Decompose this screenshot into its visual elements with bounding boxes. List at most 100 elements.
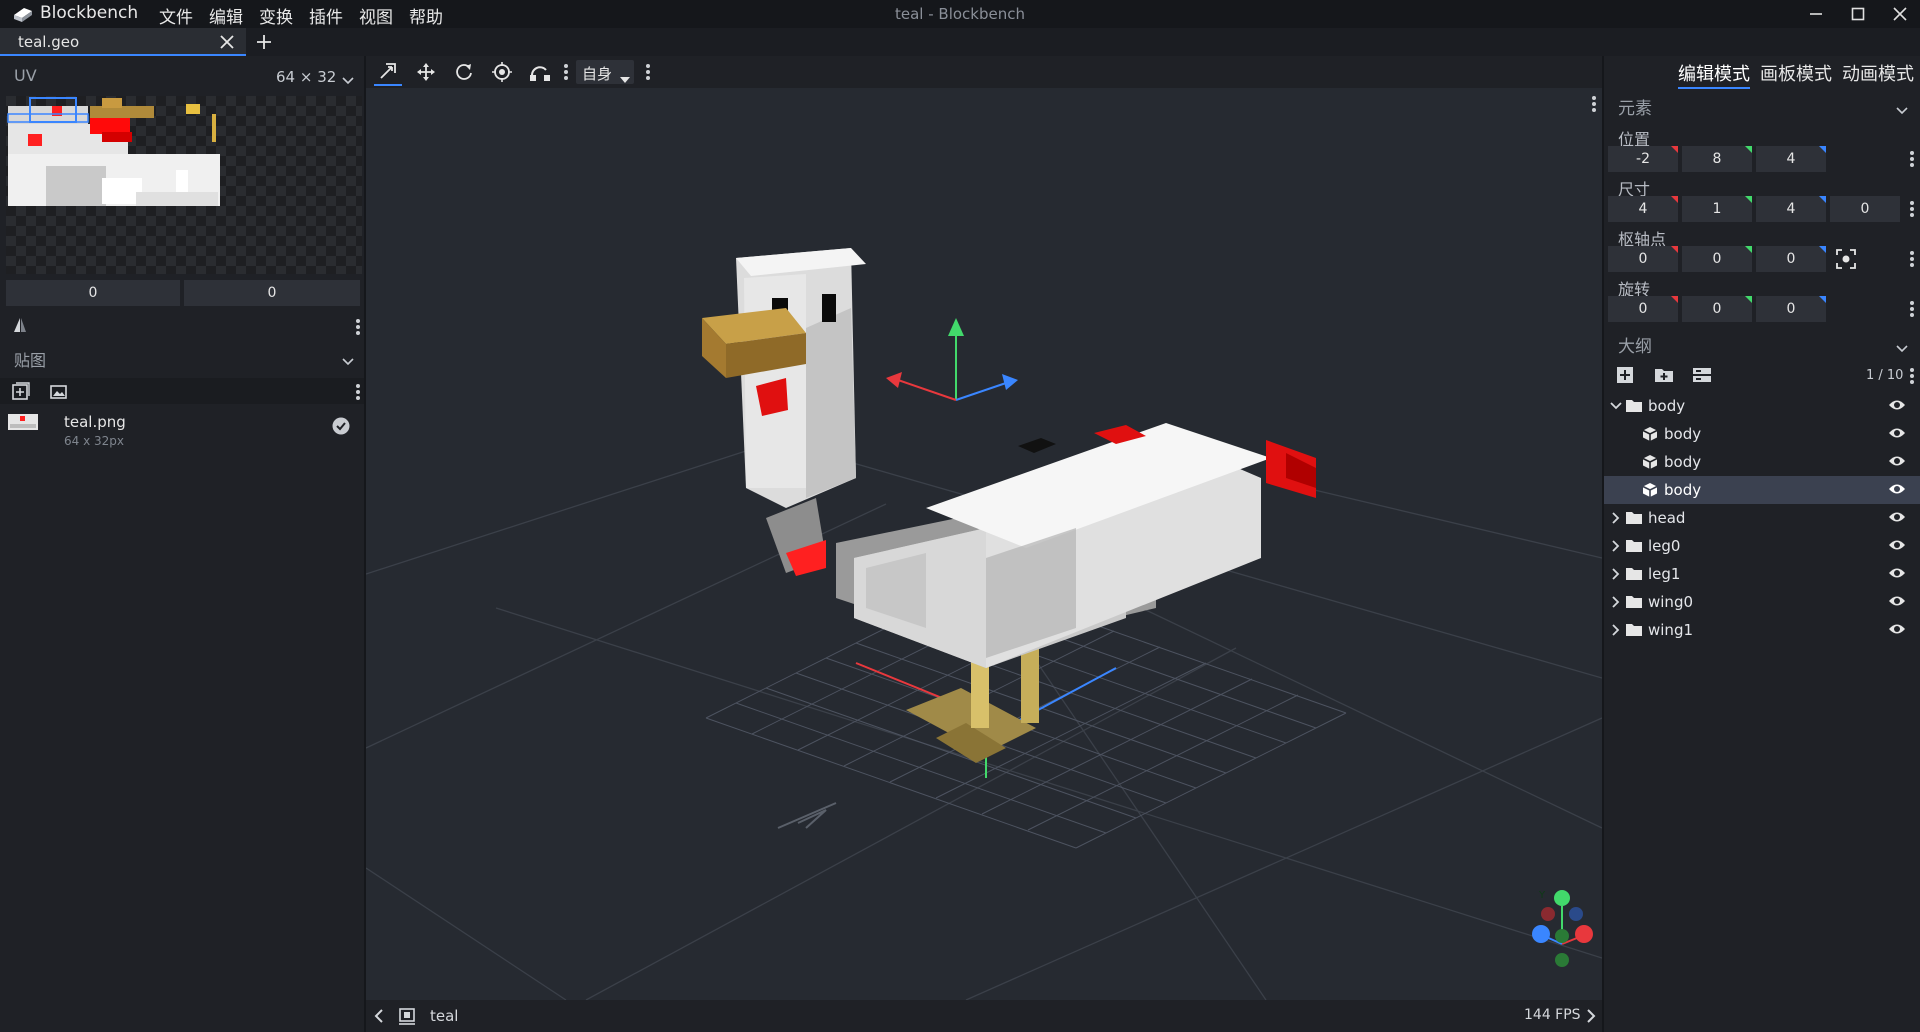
position-y-input[interactable]: 8 (1682, 146, 1752, 172)
folder-icon (1626, 624, 1642, 636)
expand-chevron-icon[interactable] (1610, 402, 1622, 410)
expand-chevron-icon[interactable] (1612, 540, 1620, 552)
texture-panel-chevron-icon[interactable] (342, 352, 354, 370)
visibility-eye-icon[interactable] (1888, 510, 1906, 524)
size-z-input[interactable]: 4 (1756, 196, 1826, 222)
tab-teal-geo[interactable]: teal.geo (0, 28, 246, 56)
outliner-group-wing1[interactable]: wing1 (1604, 616, 1920, 644)
visibility-eye-icon[interactable] (1888, 594, 1906, 608)
visibility-eye-icon[interactable] (1888, 426, 1906, 440)
toolbar-options-icon[interactable] (564, 64, 568, 80)
expand-chevron-icon[interactable] (1612, 512, 1620, 524)
rotate-tool-icon[interactable] (450, 58, 478, 86)
element-panel-title: 元素 (1618, 99, 1652, 119)
menu-edit[interactable]: 编辑 (209, 3, 243, 28)
vertex-snap-icon[interactable] (526, 58, 554, 86)
inflate-input[interactable]: 0 (1830, 196, 1900, 222)
model-name: teal (430, 1007, 459, 1025)
status-bar: teal 144 FPS (366, 1000, 1602, 1032)
rotation-y-input[interactable]: 0 (1682, 296, 1752, 322)
expand-chevron-icon[interactable] (1612, 568, 1620, 580)
visibility-eye-icon[interactable] (1888, 538, 1906, 552)
visibility-eye-icon[interactable] (1888, 482, 1906, 496)
menu-help[interactable]: 帮助 (409, 3, 443, 28)
texture-check-icon[interactable] (332, 417, 350, 439)
outliner-chevron-icon[interactable] (1896, 339, 1908, 357)
outliner-group-leg0[interactable]: leg0 (1604, 532, 1920, 560)
uv-size-select[interactable]: 64 × 32 (276, 68, 336, 86)
viewport-options-icon[interactable] (1592, 96, 1596, 112)
chevron-down-icon[interactable] (342, 71, 354, 89)
uv-offset-y[interactable]: 0 (184, 280, 360, 306)
texture-item[interactable]: teal.png 64 x 32px (0, 410, 364, 452)
texture-options-icon[interactable] (356, 384, 360, 400)
texture-size: 64 x 32px (64, 434, 124, 448)
menu-transform[interactable]: 变换 (259, 3, 293, 28)
pivot-y-input[interactable]: 0 (1682, 246, 1752, 272)
menu-plugins[interactable]: 插件 (309, 3, 343, 28)
size-x-input[interactable]: 4 (1608, 196, 1678, 222)
add-group-icon[interactable] (1654, 367, 1674, 387)
mode-tab-animate[interactable]: 动画模式 (1842, 60, 1914, 86)
uv-offset-x[interactable]: 0 (6, 280, 180, 306)
create-texture-icon[interactable] (50, 384, 68, 404)
right-panel: 编辑模式 画板模式 动画模式 元素 位置 -2 8 4 尺寸 4 1 4 0 枢… (1602, 56, 1920, 1032)
chevron-right-icon[interactable] (1586, 1009, 1596, 1027)
cube-icon (1642, 483, 1658, 497)
expand-chevron-icon[interactable] (1612, 596, 1620, 608)
translate-tool-icon[interactable] (412, 58, 440, 86)
uv-panel-title: UV (14, 66, 37, 85)
import-texture-icon[interactable] (12, 382, 30, 404)
visibility-eye-icon[interactable] (1888, 622, 1906, 636)
space-chevron-icon (620, 69, 630, 87)
close-window-button[interactable] (1880, 0, 1920, 28)
transform-space-select[interactable]: 自身 (576, 60, 634, 84)
add-cube-icon[interactable] (1616, 366, 1634, 388)
position-z-input[interactable]: 4 (1756, 146, 1826, 172)
toolbar-more-icon[interactable] (646, 64, 650, 80)
size-y-input[interactable]: 1 (1682, 196, 1752, 222)
close-tab-icon[interactable] (220, 35, 234, 53)
position-options-icon[interactable] (1910, 151, 1914, 167)
rotation-options-icon[interactable] (1910, 301, 1914, 317)
menu-view[interactable]: 视图 (359, 3, 393, 28)
outliner-group-wing0[interactable]: wing0 (1604, 588, 1920, 616)
outliner-group-body[interactable]: body (1604, 392, 1920, 420)
center-pivot-icon[interactable] (1836, 249, 1856, 273)
size-options-icon[interactable] (1910, 201, 1914, 217)
collapse-groups-icon[interactable] (1692, 367, 1712, 387)
cube-icon (1642, 455, 1658, 469)
element-panel-chevron-icon[interactable] (1896, 101, 1908, 119)
new-tab-button[interactable] (256, 34, 272, 54)
position-x-input[interactable]: -2 (1608, 146, 1678, 172)
uv-options-icon[interactable] (356, 319, 360, 335)
pivot-tool-icon[interactable] (488, 58, 516, 86)
expand-chevron-icon[interactable] (1612, 624, 1620, 636)
minimize-button[interactable] (1796, 0, 1836, 28)
move-tool-icon[interactable] (374, 58, 402, 86)
mode-tab-paint[interactable]: 画板模式 (1760, 60, 1832, 86)
folder-icon (1626, 596, 1642, 608)
rotation-z-input[interactable]: 0 (1756, 296, 1826, 322)
chevron-left-icon[interactable] (374, 1009, 384, 1027)
pivot-x-input[interactable]: 0 (1608, 246, 1678, 272)
outliner-cube-body-2[interactable]: body (1604, 448, 1920, 476)
visibility-eye-icon[interactable] (1888, 454, 1906, 468)
3d-viewport[interactable]: Y (366, 88, 1602, 1000)
visibility-eye-icon[interactable] (1888, 566, 1906, 580)
maximize-button[interactable] (1838, 0, 1878, 28)
pivot-options-icon[interactable] (1910, 251, 1914, 267)
mirror-uv-icon[interactable] (12, 317, 28, 337)
mode-tab-edit[interactable]: 编辑模式 (1678, 60, 1750, 89)
visibility-eye-icon[interactable] (1888, 398, 1906, 412)
blockbench-logo-icon (12, 5, 34, 27)
outliner-group-leg1[interactable]: leg1 (1604, 560, 1920, 588)
outliner-cube-body-3-selected[interactable]: body (1604, 476, 1920, 504)
pivot-z-input[interactable]: 0 (1756, 246, 1826, 272)
uv-texture-canvas[interactable] (6, 96, 362, 274)
menu-file[interactable]: 文件 (159, 3, 193, 28)
outliner-group-head[interactable]: head (1604, 504, 1920, 532)
outliner-options-icon[interactable] (1910, 368, 1914, 384)
outliner-cube-body-1[interactable]: body (1604, 420, 1920, 448)
rotation-x-input[interactable]: 0 (1608, 296, 1678, 322)
